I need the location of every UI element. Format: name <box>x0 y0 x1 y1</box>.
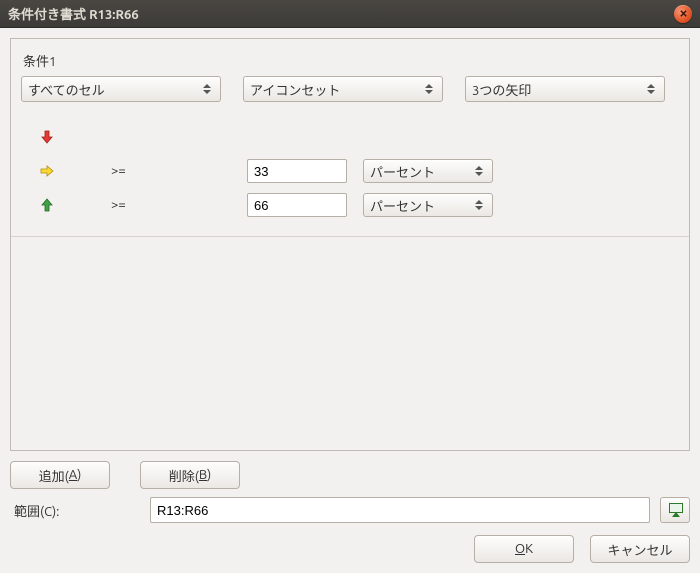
apply-to-select[interactable]: すべてのセル <box>21 76 221 102</box>
range-label: 範囲(C): <box>10 501 150 520</box>
ok-button[interactable]: OK <box>474 535 574 563</box>
rule-unit-value: パーセント <box>370 162 472 181</box>
close-button[interactable] <box>674 5 692 23</box>
add-button[interactable]: 追加(A) <box>10 461 110 489</box>
cancel-button[interactable]: キャンセル <box>590 535 690 563</box>
style-select[interactable]: アイコンセット <box>243 76 443 102</box>
chevron-updown-icon <box>644 84 658 94</box>
icon-rule-row: >= パーセント <box>39 154 679 188</box>
arrow-up-icon <box>39 197 55 213</box>
dialog-footer: OK キャンセル <box>10 535 690 563</box>
conditions-panel: 条件1 すべてのセル アイコンセット 3つの矢印 <box>10 38 690 451</box>
chevron-updown-icon <box>422 84 436 94</box>
dialog-body: 条件1 すべてのセル アイコンセット 3つの矢印 <box>0 28 700 573</box>
condition-selects-row: すべてのセル アイコンセット 3つの矢印 <box>21 76 679 102</box>
rule-value-input[interactable] <box>247 159 347 183</box>
shrink-icon <box>667 503 683 517</box>
close-icon <box>679 9 688 18</box>
range-row: 範囲(C): <box>10 497 690 523</box>
window-title: 条件付き書式 R13:R66 <box>8 4 674 23</box>
empty-area <box>21 237 679 450</box>
titlebar: 条件付き書式 R13:R66 <box>0 0 700 28</box>
arrow-right-icon <box>39 163 55 179</box>
rule-unit-value: パーセント <box>370 196 472 215</box>
iconset-select[interactable]: 3つの矢印 <box>465 76 665 102</box>
rule-unit-select[interactable]: パーセント <box>363 159 493 183</box>
delete-button[interactable]: 削除(B) <box>140 461 240 489</box>
chevron-updown-icon <box>472 166 486 176</box>
iconset-value: 3つの矢印 <box>472 80 644 99</box>
rule-op: >= <box>111 164 247 178</box>
rule-unit-select[interactable]: パーセント <box>363 193 493 217</box>
add-delete-row: 追加(A) 削除(B) <box>10 461 690 489</box>
icon-rule-row <box>39 120 679 154</box>
range-input[interactable] <box>150 497 650 523</box>
apply-to-value: すべてのセル <box>28 80 200 99</box>
condition-label: 条件1 <box>21 49 679 76</box>
icon-rules: >= パーセント >= <box>21 120 679 222</box>
chevron-updown-icon <box>200 84 214 94</box>
style-value: アイコンセット <box>250 80 422 99</box>
shrink-range-button[interactable] <box>660 497 690 523</box>
rule-op: >= <box>111 198 247 212</box>
rule-value-input[interactable] <box>247 193 347 217</box>
arrow-down-icon <box>39 129 55 145</box>
chevron-updown-icon <box>472 200 486 210</box>
icon-rule-row: >= パーセント <box>39 188 679 222</box>
